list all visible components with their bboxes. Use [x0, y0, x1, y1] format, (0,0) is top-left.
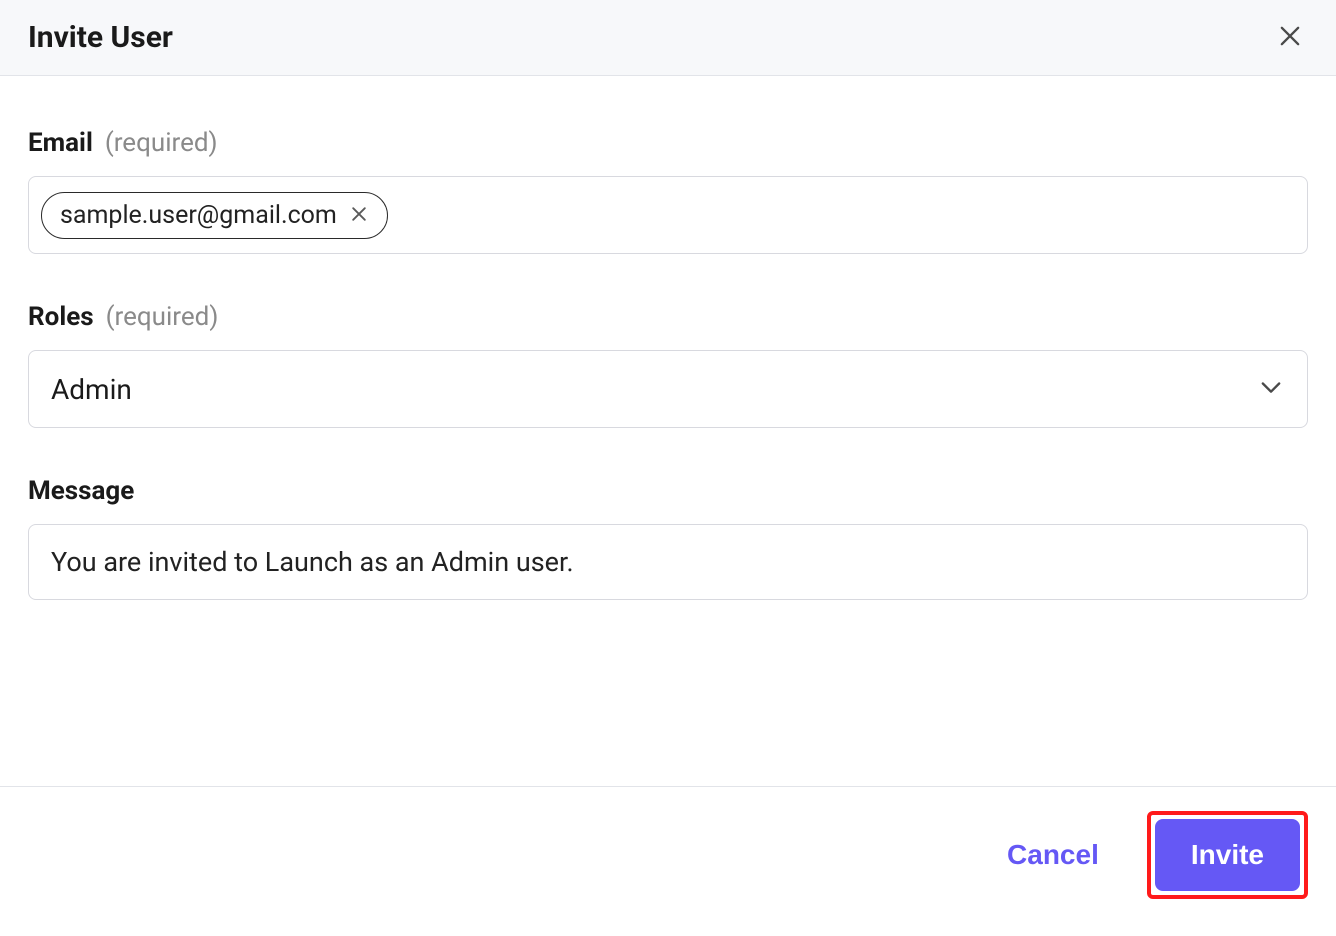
message-label-row: Message	[28, 476, 1308, 506]
modal-title: Invite User	[28, 20, 173, 55]
modal-header: Invite User	[0, 0, 1336, 76]
roles-label: Roles	[28, 302, 94, 332]
invite-button[interactable]: Invite	[1155, 819, 1300, 891]
modal-footer: Cancel Invite	[0, 786, 1336, 923]
email-input-container[interactable]: sample.user@gmail.com	[28, 176, 1308, 254]
modal-body: Email (required) sample.user@gmail.com R…	[0, 76, 1336, 668]
email-required-hint: (required)	[105, 128, 218, 158]
roles-select[interactable]: Admin	[28, 350, 1308, 428]
roles-required-hint: (required)	[106, 302, 219, 332]
close-button[interactable]	[1272, 18, 1308, 57]
email-chip: sample.user@gmail.com	[41, 192, 388, 239]
email-field-group: Email (required) sample.user@gmail.com	[28, 128, 1308, 254]
close-icon	[349, 204, 369, 227]
email-label: Email	[28, 128, 93, 158]
roles-selected-value: Admin	[51, 373, 132, 406]
chevron-down-icon	[1257, 373, 1285, 405]
message-label: Message	[28, 476, 134, 506]
message-field-group: Message	[28, 476, 1308, 600]
email-chip-remove-button[interactable]	[347, 202, 371, 229]
cancel-button[interactable]: Cancel	[1007, 839, 1099, 871]
message-input[interactable]	[28, 524, 1308, 600]
email-chip-text: sample.user@gmail.com	[60, 201, 337, 230]
roles-label-row: Roles (required)	[28, 302, 1308, 332]
close-icon	[1276, 22, 1304, 53]
roles-field-group: Roles (required) Admin	[28, 302, 1308, 428]
invite-highlight: Invite	[1147, 811, 1308, 899]
email-label-row: Email (required)	[28, 128, 1308, 158]
